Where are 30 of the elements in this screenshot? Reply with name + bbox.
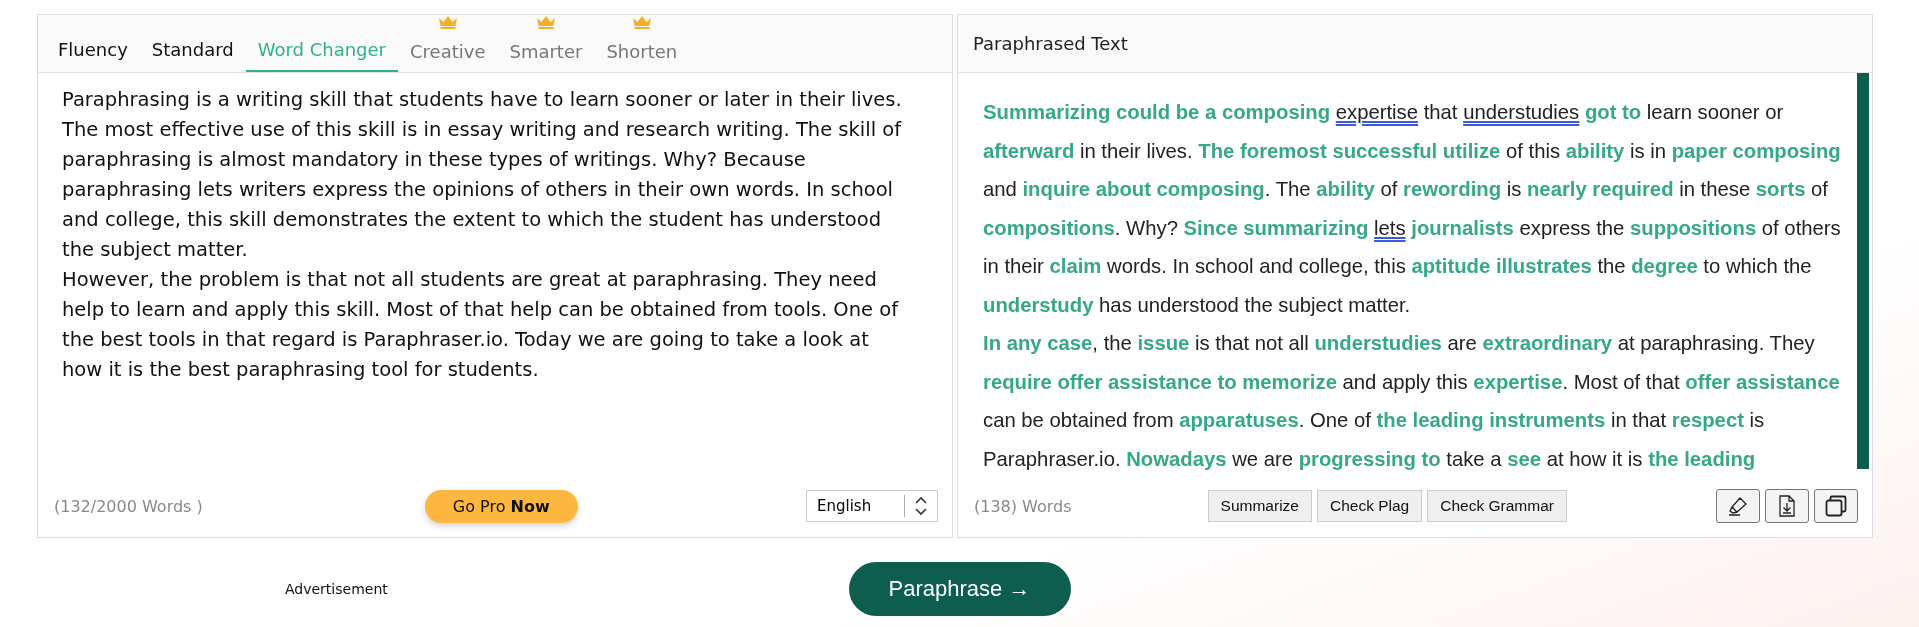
mode-tab[interactable]: Fluency: [46, 15, 140, 72]
word-count: (132/2000 Words ): [54, 496, 203, 516]
chevron-updown-icon: [915, 496, 927, 516]
mode-tab[interactable]: Creative: [398, 15, 498, 72]
highlighter-button[interactable]: [1716, 489, 1760, 523]
crown-icon: [631, 15, 652, 29]
paraphrase-button[interactable]: Paraphrase →: [848, 562, 1071, 616]
crown-icon: [437, 15, 458, 29]
scrollbar-thumb[interactable]: [1857, 73, 1869, 469]
copy-button[interactable]: [1814, 489, 1858, 523]
tool-button[interactable]: Check Plag: [1316, 490, 1423, 522]
download-button[interactable]: [1765, 489, 1809, 523]
download-file-icon: [1778, 495, 1796, 517]
mode-tab[interactable]: Smarter: [497, 15, 595, 72]
language-select[interactable]: English: [806, 490, 938, 522]
panel-title: Paraphrased Text: [973, 33, 1128, 54]
input-paragraph: However, the problem is that not all students are great at paraphrasing. They need help to learn and apply this skill. Most of that help can be obtained from tools. One of the best tools in that regard is Paraphraser.io. Today we are going to take a look at how it is the best paraphrasing tool for students.: [62, 267, 900, 383]
mode-tab[interactable]: Shorten: [594, 15, 690, 72]
mode-tab[interactable]: Standard: [139, 15, 246, 72]
paraphrased-paragraph: In any case, the issue is that not all understudies are extraordinary at paraphrasing. They require offer assistance to memorize and apply this expertise. Most of that offer assistance can be obtained from apparatuses. One of the leading instruments in that respect is Paraphraser.io. Nowadays we are progressing to take a see at how it is the leading: [983, 331, 1841, 472]
go-pro-button[interactable]: Go Pro Now: [424, 489, 578, 523]
tool-button[interactable]: Summarize: [1207, 490, 1312, 522]
highlighter-icon: [1728, 496, 1748, 516]
advertisement-label: Advertisement: [284, 581, 389, 597]
word-count: (138) Words: [974, 496, 1072, 516]
paraphrased-paragraph: Summarizing could be a composing expertise that understudies got to learn sooner or afterward in their lives. The foremost successful utilize of this ability is in paper composing and inquire about composing. The ability of rewording is nearly required in these sorts of compositions. Why? Since summarizing lets journalists express the suppositions of others in their claim words. In school and college, this aptitude illustrates the degree to which the understudy has understood the subject matter.: [983, 100, 1842, 318]
copy-icon: [1825, 495, 1847, 517]
input-paragraph: Paraphrasing is a writing skill that students have to learn sooner or later in their lives. The most effective use of this skill is in essay writing and research writing. The skill of paraphrasing is almost mandatory in these types of writings. Why? Because paraphrasing lets writers express the opinions of others in their own words. In school and college, this skill demonstrates the extent to which the student has understood the subject matter.: [62, 87, 903, 263]
tool-button[interactable]: Check Grammar: [1427, 490, 1567, 522]
crown-icon: [535, 15, 556, 29]
